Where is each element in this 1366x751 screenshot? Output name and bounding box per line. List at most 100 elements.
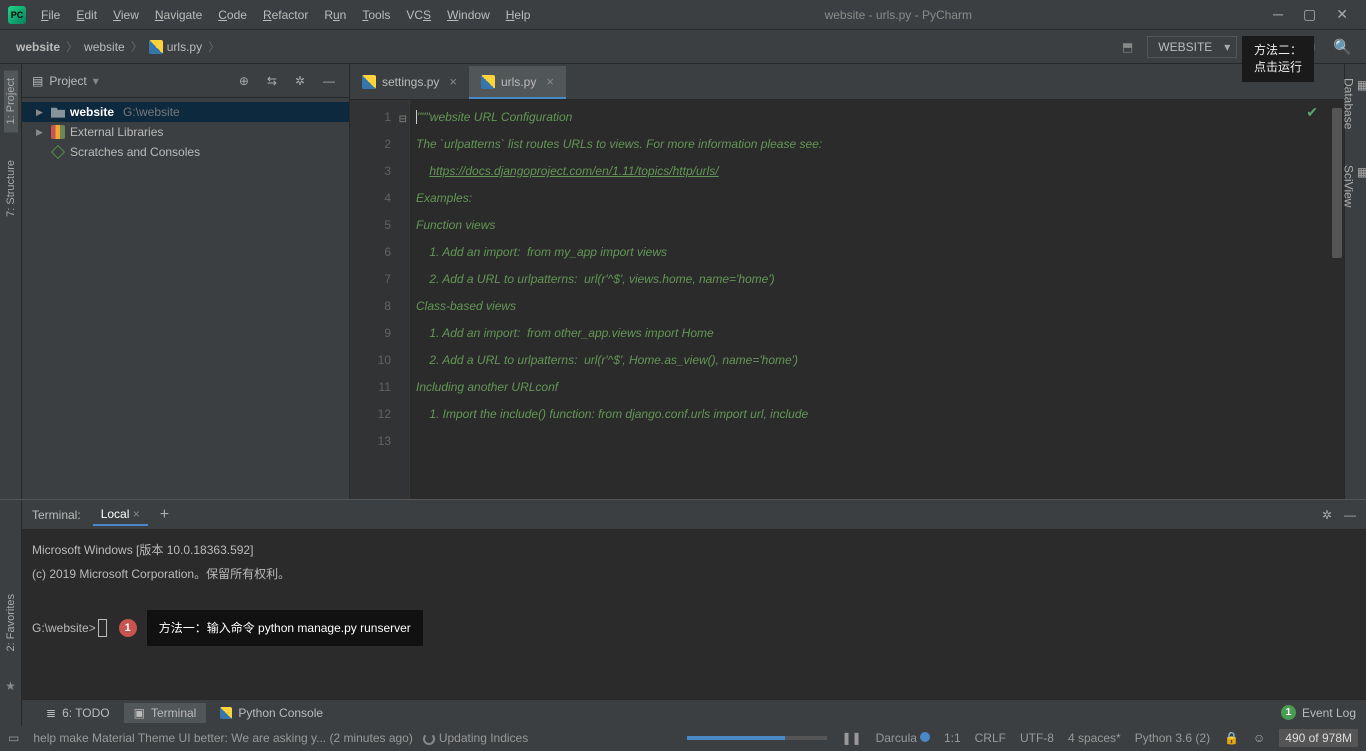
run-config-selector[interactable]: WEBSITE bbox=[1147, 36, 1237, 58]
tab-terminal[interactable]: ▣Terminal bbox=[124, 703, 207, 723]
minimize-button[interactable]: ─ bbox=[1273, 6, 1283, 23]
caret-position[interactable]: 1:1 bbox=[944, 731, 961, 745]
bottom-tool-tabs: ≣6: TODO ▣Terminal Python Console 1 Even… bbox=[0, 699, 1366, 725]
dot-icon bbox=[920, 732, 930, 742]
tab-project[interactable]: 1: Project bbox=[4, 70, 18, 132]
menu-vcs[interactable]: VCS bbox=[399, 4, 438, 26]
terminal-output[interactable]: Microsoft Windows [版本 10.0.18363.592] (c… bbox=[22, 530, 1366, 699]
indexing-progress[interactable] bbox=[687, 736, 827, 740]
titlebar: PC File Edit View Navigate Code Refactor… bbox=[0, 0, 1366, 30]
line-separator[interactable]: CRLF bbox=[975, 731, 1006, 745]
chevron-right-icon: 〉 bbox=[66, 38, 78, 55]
hide-panel-icon[interactable]: — bbox=[1344, 508, 1356, 522]
menu-navigate[interactable]: Navigate bbox=[148, 4, 209, 26]
project-tree: ▶ website G:\website ▶ External Librarie… bbox=[22, 98, 349, 166]
todo-icon: ≣ bbox=[46, 706, 56, 720]
menu-edit[interactable]: Edit bbox=[69, 4, 104, 26]
tab-python-console[interactable]: Python Console bbox=[210, 703, 333, 723]
close-tab-icon[interactable]: × bbox=[546, 74, 554, 89]
terminal-prompt: G:\website> bbox=[32, 616, 96, 640]
terminal-prompt-row[interactable]: G:\website> 1 方法一：输入命令 python manage.py … bbox=[32, 610, 1356, 646]
breadcrumb-root[interactable]: website bbox=[16, 40, 60, 54]
terminal-label: Terminal: bbox=[32, 508, 81, 522]
menu-file[interactable]: File bbox=[34, 4, 67, 26]
terminal-tool-window: 2: Favorites ★ Terminal: Local × + ✲ — M… bbox=[0, 499, 1366, 699]
indexing-label: Updating Indices bbox=[439, 731, 528, 745]
tab-todo[interactable]: ≣6: TODO bbox=[36, 703, 120, 723]
tab-sciview[interactable]: ▦SciView bbox=[1341, 157, 1366, 215]
annotation-callout-terminal: 方法一：输入命令 python manage.py runserver bbox=[147, 610, 423, 646]
python-icon bbox=[220, 707, 232, 719]
menu-refactor[interactable]: Refactor bbox=[256, 4, 315, 26]
breadcrumb-file[interactable]: urls.py bbox=[167, 40, 202, 54]
gear-icon[interactable]: ✲ bbox=[1322, 508, 1332, 522]
hide-panel-icon[interactable]: — bbox=[319, 72, 339, 90]
toolbar-right: ⬒ WEBSITE ▶ 2 ■ 🔍 bbox=[1118, 36, 1356, 58]
indent-setting[interactable]: 4 spaces* bbox=[1068, 731, 1121, 745]
chevron-right-icon: 〉 bbox=[208, 38, 220, 55]
right-tool-stripe: ▦Database ▦SciView bbox=[1344, 64, 1366, 499]
inspection-ok-icon: ✔ bbox=[1306, 104, 1318, 121]
code-content[interactable]: """website URL ConfigurationThe `urlpatt… bbox=[410, 100, 1344, 499]
collapse-icon[interactable]: ⇆ bbox=[263, 72, 281, 90]
maximize-button[interactable]: ▢ bbox=[1303, 6, 1316, 23]
scratches-icon bbox=[51, 145, 65, 159]
terminal-cursor bbox=[98, 619, 107, 637]
folder-icon bbox=[51, 105, 65, 119]
editor-tab-settings[interactable]: settings.py × bbox=[350, 66, 469, 99]
tree-root-label: website bbox=[70, 105, 114, 119]
fold-icon[interactable]: ⊟ bbox=[399, 106, 407, 133]
status-message[interactable]: help make Material Theme UI better: We a… bbox=[33, 731, 413, 745]
breadcrumb[interactable]: website 〉 website 〉 urls.py 〉 bbox=[10, 36, 228, 57]
pause-button[interactable]: ❚❚ bbox=[841, 731, 861, 745]
terminal-tab-local[interactable]: Local × bbox=[93, 504, 148, 526]
menu-run[interactable]: Run bbox=[317, 4, 353, 26]
python-icon bbox=[362, 75, 376, 89]
code-editor[interactable]: ⊟ 12345678910111213 """website URL Confi… bbox=[350, 100, 1344, 499]
new-terminal-button[interactable]: + bbox=[160, 506, 169, 524]
build-icon[interactable]: ⬒ bbox=[1118, 38, 1137, 56]
event-badge: 1 bbox=[1281, 705, 1296, 720]
menu-code[interactable]: Code bbox=[211, 4, 254, 26]
breadcrumb-folder[interactable]: website bbox=[84, 40, 125, 54]
tab-favorites[interactable]: 2: Favorites bbox=[4, 586, 18, 659]
expand-arrow-icon[interactable]: ▶ bbox=[36, 127, 46, 138]
project-tool-window: ▤ Project ▾ ⊕ ⇆ ✲ — ▶ website G:\website… bbox=[22, 64, 350, 499]
dropdown-icon: ▾ bbox=[93, 74, 99, 88]
tree-external-label: External Libraries bbox=[70, 125, 163, 139]
tab-database[interactable]: ▦Database bbox=[1341, 70, 1366, 137]
line-number-gutter: ⊟ 12345678910111213 bbox=[350, 100, 410, 499]
menu-view[interactable]: View bbox=[106, 4, 146, 26]
tree-external-libs[interactable]: ▶ External Libraries bbox=[22, 122, 349, 142]
locate-icon[interactable]: ⊕ bbox=[235, 72, 253, 90]
close-button[interactable]: ✕ bbox=[1336, 6, 1348, 23]
theme-indicator[interactable]: Darcula bbox=[876, 731, 930, 745]
python-interpreter[interactable]: Python 3.6 (2) bbox=[1135, 731, 1210, 745]
python-icon bbox=[149, 40, 163, 54]
memory-indicator[interactable]: 490 of 978M bbox=[1279, 729, 1358, 747]
window-controls: ─ ▢ ✕ bbox=[1259, 6, 1362, 23]
file-encoding[interactable]: UTF-8 bbox=[1020, 731, 1054, 745]
expand-arrow-icon[interactable]: ▶ bbox=[36, 107, 46, 118]
event-log-button[interactable]: 1 Event Log bbox=[1281, 705, 1356, 720]
menu-window[interactable]: Window bbox=[440, 4, 497, 26]
annotation-callout-top: 方法二： 点击运行 bbox=[1242, 36, 1314, 82]
tree-scratches[interactable]: ▶ Scratches and Consoles bbox=[22, 142, 349, 162]
close-tab-icon[interactable]: × bbox=[449, 74, 457, 89]
tab-label: settings.py bbox=[382, 75, 439, 89]
tree-root-website[interactable]: ▶ website G:\website bbox=[22, 102, 349, 122]
annotation-badge-1: 1 bbox=[119, 619, 137, 637]
editor-tab-urls[interactable]: urls.py × bbox=[469, 66, 566, 99]
menu-help[interactable]: Help bbox=[499, 4, 538, 26]
tab-structure[interactable]: 7: Structure bbox=[4, 152, 18, 225]
close-icon[interactable]: × bbox=[133, 507, 140, 521]
lock-icon[interactable]: 🔒 bbox=[1224, 731, 1239, 745]
search-icon[interactable]: 🔍 bbox=[1329, 36, 1356, 58]
main-area: 1: Project 7: Structure ▤ Project ▾ ⊕ ⇆ … bbox=[0, 64, 1366, 499]
python-icon bbox=[481, 75, 495, 89]
hector-icon[interactable]: ☺ bbox=[1253, 731, 1265, 745]
menu-tools[interactable]: Tools bbox=[355, 4, 397, 26]
run-config-label: WEBSITE bbox=[1158, 40, 1212, 54]
gear-icon[interactable]: ✲ bbox=[291, 72, 309, 90]
project-panel-title[interactable]: ▤ Project ▾ bbox=[32, 74, 229, 88]
